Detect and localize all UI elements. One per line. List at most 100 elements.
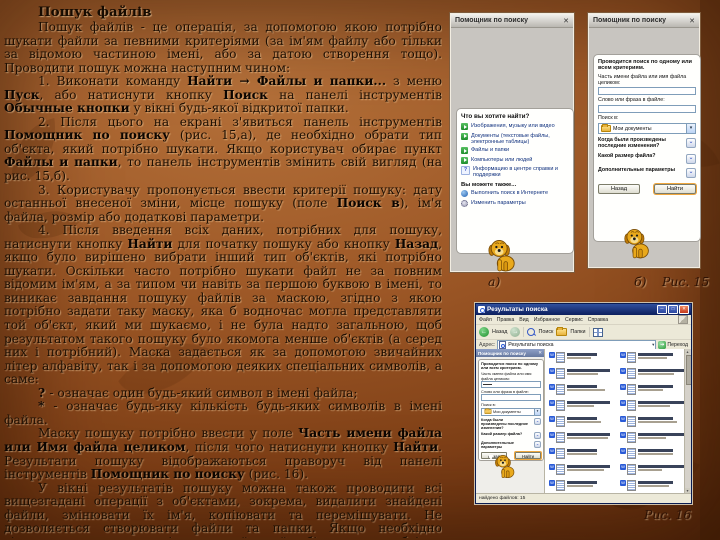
forward-icon[interactable]: → [510,327,521,337]
page-title: Пошук файлів [38,4,152,20]
gear-icon [461,199,468,207]
chevron-down-icon[interactable]: ⌄ [686,138,696,149]
companion-item[interactable]: Файлы и папки [461,147,569,155]
folder-icon [601,124,611,133]
word-doc-icon: W [549,368,555,374]
search-button[interactable]: Найти [515,452,541,460]
menu-item[interactable]: Правка [497,317,515,323]
file-name-text [638,481,673,484]
word-doc-icon: W [620,384,626,390]
search-location-dropdown[interactable]: Мои документы ▾ [598,123,696,135]
collapsed-section[interactable]: Какой размер файла? ⌄ [481,432,541,440]
close-icon[interactable]: ✕ [679,305,689,314]
close-icon[interactable]: ✕ [538,350,542,356]
file-item[interactable]: W [620,368,686,379]
file-item[interactable]: W [620,384,686,395]
chevron-down-icon[interactable]: ⌄ [686,154,696,165]
menu-item[interactable]: Избранное [534,317,560,323]
vertical-scrollbar[interactable]: ▴ ▾ [684,349,691,494]
scrollbar-thumb[interactable] [685,355,691,385]
search-label[interactable]: Поиск [538,329,553,335]
menu-item[interactable]: Справка [588,317,608,323]
go-button[interactable]: ➔ Переход [658,341,688,349]
window-title-bar[interactable]: Результаты поиска ─ □ ✕ [476,304,691,315]
views-icon[interactable] [592,327,603,337]
file-item[interactable]: W [620,464,686,475]
folders-label[interactable]: Папки [570,329,585,335]
back-label[interactable]: Назад [492,329,507,335]
maximize-icon[interactable]: □ [668,305,678,314]
search-dog-mascot[interactable] [623,227,651,259]
panel-title-bar: Помощник по поиску ✕ [589,14,699,28]
file-path-text [567,453,597,456]
file-item[interactable]: W [620,352,686,363]
file-item[interactable]: W [620,432,686,443]
file-item[interactable]: W [549,400,610,411]
collapsed-section[interactable]: Какой размер файла? ⌄ [598,153,696,165]
search-location-dropdown[interactable]: Мои документы ▾ [481,407,541,416]
menu-item[interactable]: Сервис [565,317,583,323]
companion-item-label: Выполнить поиск в Интернете [471,190,549,197]
file-item[interactable]: W [549,480,610,491]
chevron-down-icon[interactable]: ▾ [686,124,695,134]
chevron-down-icon[interactable]: ⌄ [686,168,696,179]
chevron-down-icon[interactable]: ▾ [534,408,540,415]
search-button[interactable]: Найти [654,184,696,195]
file-path-text [638,373,674,376]
file-item[interactable]: W [549,352,610,363]
dropdown-value: Мои документы [613,125,652,132]
companion-item[interactable]: Изменить параметры [461,199,569,207]
criteria-mini-panel: Проводится поиск по одному или всем крит… [478,359,544,461]
search-criteria-bubble: Проводится поиск по одному или всем крит… [593,54,701,242]
search-dog-mascot[interactable] [487,238,517,272]
back-icon[interactable]: ← [479,327,489,337]
windows-logo-icon [678,315,688,324]
file-item[interactable]: W [549,464,610,475]
file-item[interactable]: W [620,400,686,411]
phrase-input[interactable] [481,394,541,402]
file-item[interactable]: W [549,432,610,443]
file-path-text [567,405,594,408]
file-name-text [638,465,686,468]
companion-item-list: Изображения, музыку или видео Документы (… [461,123,569,178]
file-item[interactable]: W [620,480,686,491]
chevron-down-icon[interactable]: ▾ [652,342,654,348]
companion-item[interactable]: Информацию в центре справки и поддержки [461,166,569,178]
filename-input[interactable] [598,87,696,96]
close-icon[interactable]: ✕ [689,17,695,25]
file-item[interactable]: W [549,384,610,395]
phrase-input[interactable] [598,105,696,114]
menu-item[interactable]: Файл [479,317,492,323]
file-item[interactable]: W [549,448,610,459]
file-item[interactable]: W [620,416,686,427]
chevron-down-icon[interactable]: ⌄ [534,417,541,425]
collapsed-section[interactable]: Когда были произведены последние изменен… [481,417,541,431]
collapsed-section[interactable]: Когда были произведены последние изменен… [598,137,696,150]
collapsed-section[interactable]: Дополнительные параметры ⌄ [481,441,541,449]
filename-input[interactable] [481,381,541,389]
companion-question: Что вы хотите найти? [461,113,530,120]
word-doc-icon: W [549,448,555,454]
search-dog-mascot[interactable] [494,453,516,479]
file-path-text [638,453,673,456]
companion-item[interactable]: Изображения, музыку или видео [461,123,569,130]
word-doc-icon: W [620,352,626,358]
companion-item[interactable]: Выполнить поиск в Интернете [461,190,569,198]
companion-item[interactable]: Компьютеры или людей [461,156,569,164]
file-item[interactable]: W [620,448,686,459]
collapsed-section[interactable]: Дополнительные параметры ⌄ [598,167,696,179]
file-name-text [567,401,610,404]
folders-icon[interactable] [556,327,568,336]
menu-item[interactable]: Вид [519,317,528,323]
close-icon[interactable]: ✕ [563,17,569,25]
file-path-text [638,469,662,472]
file-item[interactable]: W [549,368,610,379]
companion-item[interactable]: Документы (текстовые файлы, электронные … [461,132,569,145]
minimize-icon[interactable]: ─ [657,305,667,314]
search-icon[interactable] [527,328,536,336]
file-item[interactable]: W [549,416,610,427]
chevron-down-icon[interactable]: ⌄ [534,441,541,449]
chevron-down-icon[interactable]: ⌄ [534,432,541,440]
back-button[interactable]: Назад [598,184,640,195]
document-page-icon [627,384,636,395]
